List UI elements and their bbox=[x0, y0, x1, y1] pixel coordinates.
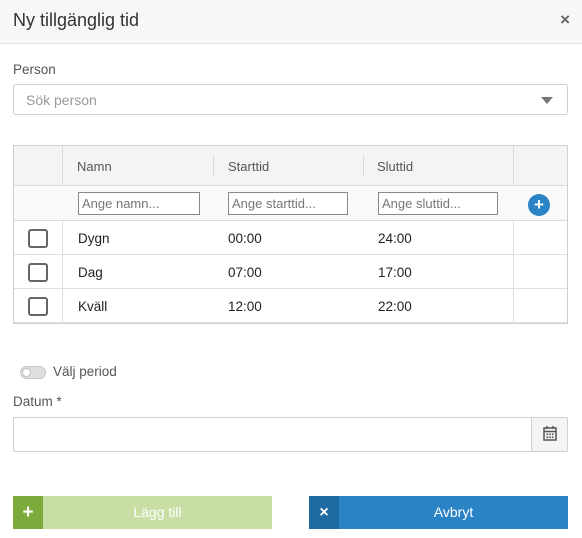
end-filter-input[interactable] bbox=[378, 192, 498, 215]
grid-header: Namn Starttid Sluttid bbox=[14, 146, 567, 186]
chevron-down-icon[interactable] bbox=[541, 97, 553, 104]
calendar-icon[interactable] bbox=[531, 418, 567, 451]
row-name: Kväll bbox=[78, 299, 108, 314]
dialog-header: Ny tillgänglig tid × bbox=[0, 0, 582, 44]
row-start: 07:00 bbox=[228, 265, 262, 280]
close-icon[interactable]: × bbox=[560, 10, 570, 30]
add-row-button[interactable]: + bbox=[528, 194, 550, 216]
add-button[interactable]: + Lägg till bbox=[13, 496, 272, 529]
row-name: Dag bbox=[78, 265, 103, 280]
row-end: 17:00 bbox=[378, 265, 412, 280]
row-start: 12:00 bbox=[228, 299, 262, 314]
toggle-knob bbox=[22, 368, 31, 377]
row-start: 00:00 bbox=[228, 231, 262, 246]
name-filter-input[interactable] bbox=[78, 192, 200, 215]
row-checkbox[interactable] bbox=[28, 297, 48, 316]
cancel-button-label: Avbryt bbox=[433, 504, 474, 520]
date-label: Datum * bbox=[13, 394, 62, 409]
table-row[interactable]: Dag 07:00 17:00 bbox=[14, 255, 567, 289]
row-name: Dygn bbox=[78, 231, 110, 246]
period-toggle[interactable] bbox=[20, 366, 46, 379]
filter-row: + bbox=[14, 186, 567, 221]
column-header-end[interactable]: Sluttid bbox=[377, 159, 413, 174]
table-row[interactable]: Kväll 12:00 22:00 bbox=[14, 289, 567, 323]
table-row[interactable]: Dygn 00:00 24:00 bbox=[14, 221, 567, 255]
add-button-label: Lägg till bbox=[133, 504, 182, 520]
plus-icon: + bbox=[13, 496, 43, 529]
person-select-placeholder: Sök person bbox=[26, 92, 97, 108]
cancel-button[interactable]: × Avbryt bbox=[309, 496, 568, 529]
column-header-name[interactable]: Namn bbox=[77, 159, 112, 174]
person-select[interactable]: Sök person bbox=[13, 84, 568, 115]
period-label: Välj period bbox=[53, 364, 117, 379]
dialog-title: Ny tillgänglig tid bbox=[13, 10, 140, 30]
time-grid: Namn Starttid Sluttid + Dygn 00:00 24:00… bbox=[13, 145, 568, 324]
date-input[interactable] bbox=[13, 417, 568, 452]
row-checkbox[interactable] bbox=[28, 263, 48, 282]
close-icon: × bbox=[309, 496, 339, 529]
row-checkbox[interactable] bbox=[28, 229, 48, 248]
row-end: 22:00 bbox=[378, 299, 412, 314]
column-divider bbox=[363, 156, 364, 176]
person-label: Person bbox=[13, 62, 56, 77]
column-divider bbox=[213, 156, 214, 176]
column-header-start[interactable]: Starttid bbox=[228, 159, 269, 174]
row-end: 24:00 bbox=[378, 231, 412, 246]
start-filter-input[interactable] bbox=[228, 192, 348, 215]
